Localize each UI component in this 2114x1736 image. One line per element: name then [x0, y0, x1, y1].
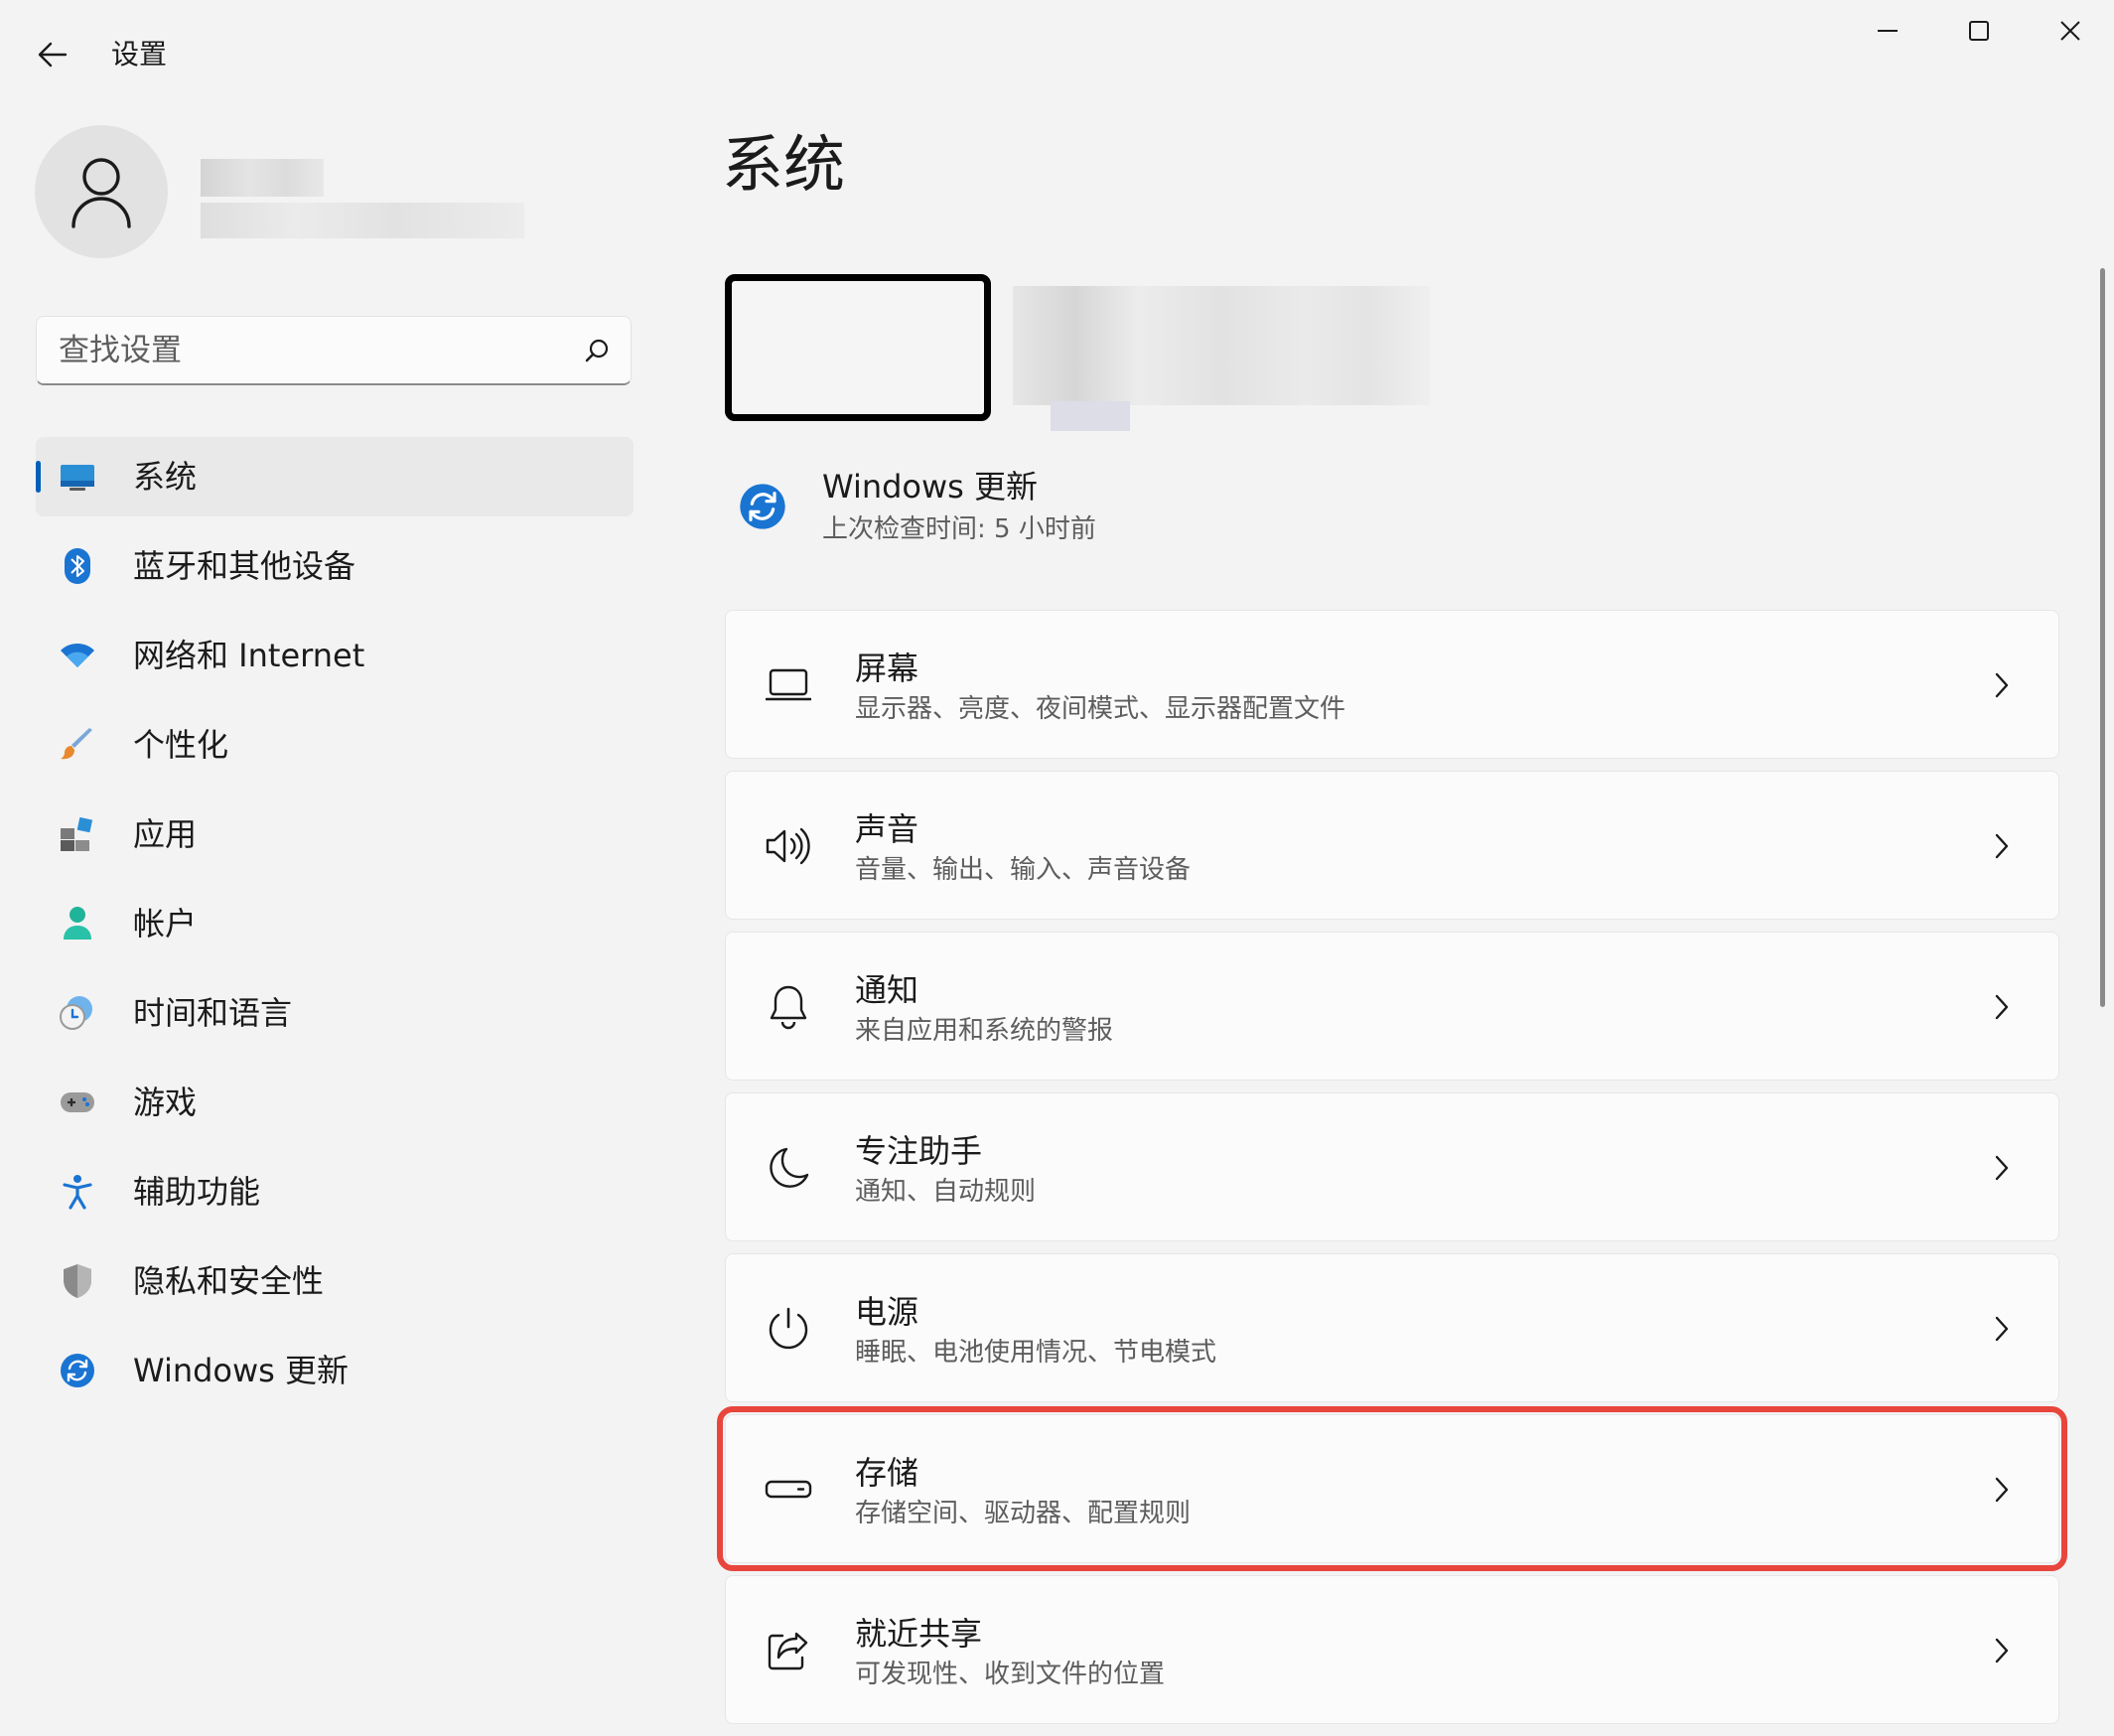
- windows-update-status[interactable]: Windows 更新 上次检查时间: 5 小时前: [735, 463, 1728, 562]
- device-name-redacted-accent: [1051, 401, 1130, 431]
- update-icon: [740, 484, 785, 529]
- setting-title: 专注助手: [855, 1132, 983, 1170]
- storage-icon: [764, 1465, 813, 1515]
- setting-focus-assist[interactable]: 专注助手 通知、自动规则: [725, 1092, 2059, 1241]
- sidebar-item-personalization[interactable]: 个性化: [36, 705, 634, 785]
- chevron-right-icon: [1985, 829, 2019, 863]
- setting-title: 就近共享: [855, 1615, 983, 1653]
- search-button[interactable]: [581, 335, 613, 366]
- sidebar-item-label: 网络和 Internet: [133, 637, 365, 674]
- sidebar-item-accessibility[interactable]: 辅助功能: [36, 1152, 634, 1231]
- bluetooth-icon: [60, 548, 95, 584]
- setting-power[interactable]: 电源 睡眠、电池使用情况、节电模式: [725, 1253, 2059, 1402]
- sidebar-item-label: 隐私和安全性: [133, 1262, 325, 1300]
- shield-icon: [60, 1263, 95, 1299]
- arrow-left-icon: [38, 42, 68, 68]
- share-icon: [764, 1626, 813, 1675]
- page-title: 系统: [722, 128, 846, 201]
- setting-title: 电源: [855, 1293, 919, 1331]
- user-icon: [71, 158, 131, 228]
- scrollbar[interactable]: [2100, 268, 2105, 1007]
- chevron-right-icon: [1985, 1634, 2019, 1667]
- device-name-redacted: [1013, 286, 1430, 405]
- laptop-icon: [764, 660, 813, 710]
- setting-subtitle: 来自应用和系统的警报: [855, 1016, 1114, 1046]
- moon-icon: [764, 1143, 813, 1193]
- settings-list: 屏幕 显示器、亮度、夜间模式、显示器配置文件 声音 音量、输出、输入、声音设备 …: [717, 610, 2067, 1736]
- sidebar-item-label: 应用: [133, 815, 198, 853]
- setting-display[interactable]: 屏幕 显示器、亮度、夜间模式、显示器配置文件: [725, 610, 2059, 759]
- sidebar-item-time-language[interactable]: 时间和语言: [36, 973, 634, 1053]
- chevron-right-icon: [1985, 990, 2019, 1024]
- bell-icon: [764, 982, 813, 1032]
- maximize-icon: [1969, 21, 1989, 41]
- profile-name-redacted: [201, 159, 324, 197]
- setting-title: 屏幕: [855, 650, 919, 687]
- avatar[interactable]: [35, 125, 168, 258]
- speaker-icon: [764, 821, 813, 871]
- account-icon: [60, 906, 95, 941]
- title-bar: 设置: [0, 0, 2114, 109]
- minimize-button[interactable]: [1842, 0, 1933, 62]
- chevron-right-icon: [1985, 1151, 2019, 1185]
- update-icon: [60, 1353, 95, 1388]
- time-language-icon: [60, 995, 95, 1031]
- setting-subtitle: 显示器、亮度、夜间模式、显示器配置文件: [855, 694, 1346, 724]
- app-title: 设置: [111, 38, 168, 71]
- sidebar-item-windows-update[interactable]: Windows 更新: [36, 1331, 634, 1410]
- back-button[interactable]: [28, 30, 77, 79]
- close-button[interactable]: [2025, 0, 2114, 62]
- chevron-right-icon: [1985, 1473, 2019, 1507]
- setting-storage[interactable]: 存储 存储空间、驱动器、配置规则: [717, 1406, 2067, 1571]
- sidebar-item-apps[interactable]: 应用: [36, 795, 634, 874]
- setting-notifications[interactable]: 通知 来自应用和系统的警报: [725, 932, 2059, 1081]
- setting-title: 通知: [855, 971, 919, 1009]
- power-icon: [764, 1304, 813, 1354]
- sidebar-item-label: 蓝牙和其他设备: [133, 547, 356, 585]
- close-icon: [2060, 21, 2080, 41]
- update-last-checked: 上次检查时间: 5 小时前: [822, 514, 1096, 544]
- sidebar-item-label: 个性化: [133, 726, 229, 764]
- sidebar-item-system[interactable]: 系统: [36, 437, 634, 516]
- sidebar-item-label: Windows 更新: [133, 1352, 350, 1389]
- sidebar-item-label: 帐户: [133, 905, 198, 942]
- apps-icon: [60, 816, 95, 852]
- wifi-icon: [60, 638, 95, 673]
- search-input[interactable]: [59, 317, 575, 384]
- device-preview: [725, 274, 991, 421]
- system-icon: [60, 459, 95, 495]
- sidebar-item-privacy-security[interactable]: 隐私和安全性: [36, 1241, 634, 1321]
- accessibility-icon: [60, 1174, 95, 1210]
- sidebar-item-label: 系统: [133, 458, 198, 496]
- setting-subtitle: 通知、自动规则: [855, 1177, 1037, 1207]
- sidebar-item-gaming[interactable]: 游戏: [36, 1063, 634, 1142]
- update-title: Windows 更新: [822, 468, 1039, 506]
- profile-email-redacted: [201, 203, 524, 238]
- setting-title: 存储: [855, 1454, 919, 1492]
- brush-icon: [60, 727, 95, 763]
- sidebar-item-label: 游戏: [133, 1084, 198, 1121]
- setting-subtitle: 可发现性、收到文件的位置: [855, 1660, 1166, 1689]
- minimize-icon: [1878, 30, 1898, 32]
- sidebar-nav: 系统 蓝牙和其他设备 网络和 Internet 个性化 应用 帐户 时间和语言 …: [36, 437, 634, 1420]
- gamepad-icon: [60, 1085, 95, 1120]
- setting-sound[interactable]: 声音 音量、输出、输入、声音设备: [725, 771, 2059, 920]
- chevron-right-icon: [1985, 668, 2019, 702]
- setting-subtitle: 音量、输出、输入、声音设备: [855, 855, 1192, 885]
- sidebar-item-accounts[interactable]: 帐户: [36, 884, 634, 963]
- sidebar-item-label: 辅助功能: [133, 1173, 261, 1211]
- search-box: [36, 316, 632, 385]
- sidebar-item-label: 时间和语言: [133, 994, 293, 1032]
- setting-title: 声音: [855, 810, 919, 848]
- setting-subtitle: 存储空间、驱动器、配置规则: [855, 1499, 1192, 1528]
- maximize-button[interactable]: [1933, 0, 2025, 62]
- setting-nearby-sharing[interactable]: 就近共享 可发现性、收到文件的位置: [725, 1575, 2059, 1724]
- setting-subtitle: 睡眠、电池使用情况、节电模式: [855, 1338, 1217, 1368]
- sidebar-item-bluetooth[interactable]: 蓝牙和其他设备: [36, 526, 634, 606]
- chevron-right-icon: [1985, 1312, 2019, 1346]
- sidebar-item-network[interactable]: 网络和 Internet: [36, 616, 634, 695]
- search-icon: [585, 339, 609, 362]
